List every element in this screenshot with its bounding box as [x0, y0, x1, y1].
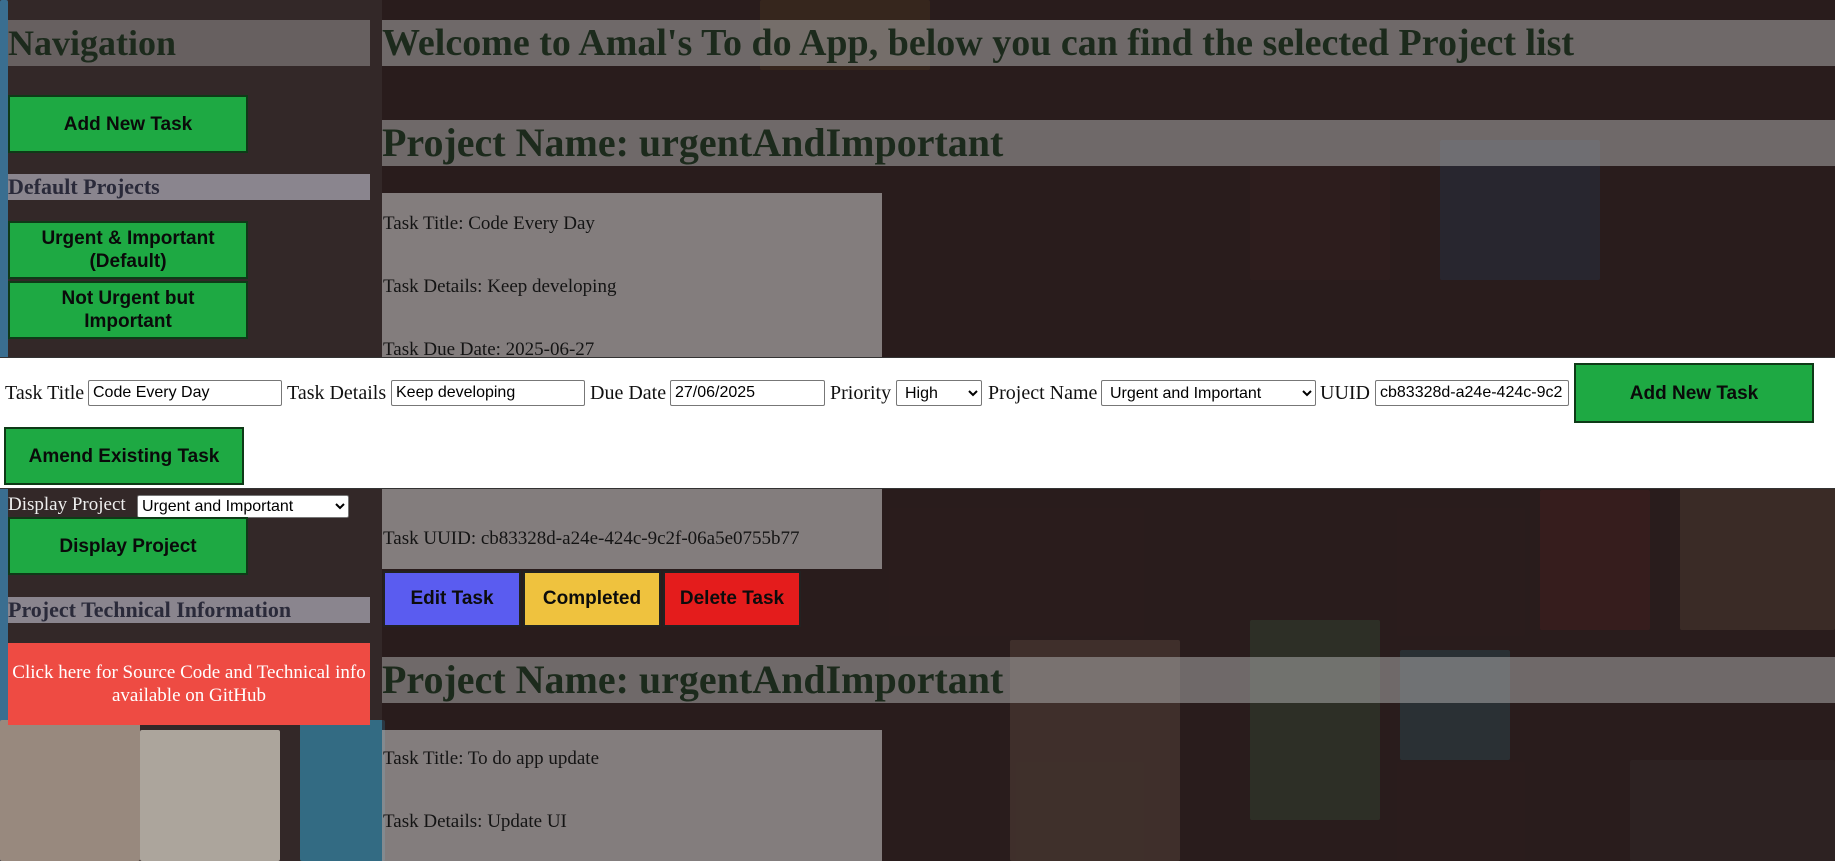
- default-projects-label: Default Projects: [8, 174, 370, 200]
- due-date-input[interactable]: [670, 380, 825, 406]
- sidebar-add-task-button[interactable]: Add New Task: [8, 95, 248, 153]
- due-date-label: Due Date: [590, 382, 667, 404]
- task-uuid: Task UUID: cb83328d-a24e-424c-9c2f-06a5e…: [383, 528, 800, 549]
- task-details-label: Task Details: [287, 382, 387, 404]
- project-not-urgent-important-button[interactable]: Not Urgent but Important: [8, 281, 248, 339]
- tech-info-label: Project Technical Information: [8, 597, 370, 623]
- edit-task-button[interactable]: Edit Task: [383, 571, 521, 627]
- task-form: Task Title Task Details Due Date Priorit…: [0, 357, 1835, 489]
- project-name-select[interactable]: Urgent and Important: [1101, 380, 1316, 406]
- form-add-task-button[interactable]: Add New Task: [1574, 363, 1814, 423]
- task-2-title: Task Title: To do app update: [383, 748, 600, 769]
- task-2-details: Task Details: Update UI: [383, 811, 567, 832]
- priority-select[interactable]: High: [896, 380, 982, 406]
- task-details: Task Details: Keep developing: [383, 276, 617, 297]
- uuid-input[interactable]: [1375, 380, 1569, 406]
- task-title-input[interactable]: [88, 380, 282, 406]
- task-title: Task Title: Code Every Day: [383, 213, 595, 234]
- delete-task-button[interactable]: Delete Task: [663, 571, 801, 627]
- sidebar-title: Navigation: [8, 20, 370, 66]
- uuid-label: UUID: [1320, 382, 1370, 404]
- project-heading: Project Name: urgentAndImportant: [382, 120, 1835, 166]
- task-details-input[interactable]: [391, 380, 585, 406]
- display-project-button[interactable]: Display Project: [8, 517, 248, 575]
- display-project-label: Display Project: [8, 494, 126, 515]
- project-name-label: Project Name: [988, 382, 1098, 404]
- project-urgent-important-button[interactable]: Urgent & Important (Default): [8, 221, 248, 279]
- project-heading-2: Project Name: urgentAndImportant: [382, 657, 1835, 703]
- completed-button[interactable]: Completed: [523, 571, 661, 627]
- amend-task-button[interactable]: Amend Existing Task: [4, 427, 244, 485]
- github-link[interactable]: Click here for Source Code and Technical…: [8, 643, 370, 725]
- display-project-select[interactable]: Urgent and Important: [137, 495, 349, 518]
- priority-label: Priority: [830, 382, 892, 404]
- task-title-label: Task Title: [5, 382, 85, 404]
- welcome-heading: Welcome to Amal's To do App, below you c…: [382, 20, 1835, 66]
